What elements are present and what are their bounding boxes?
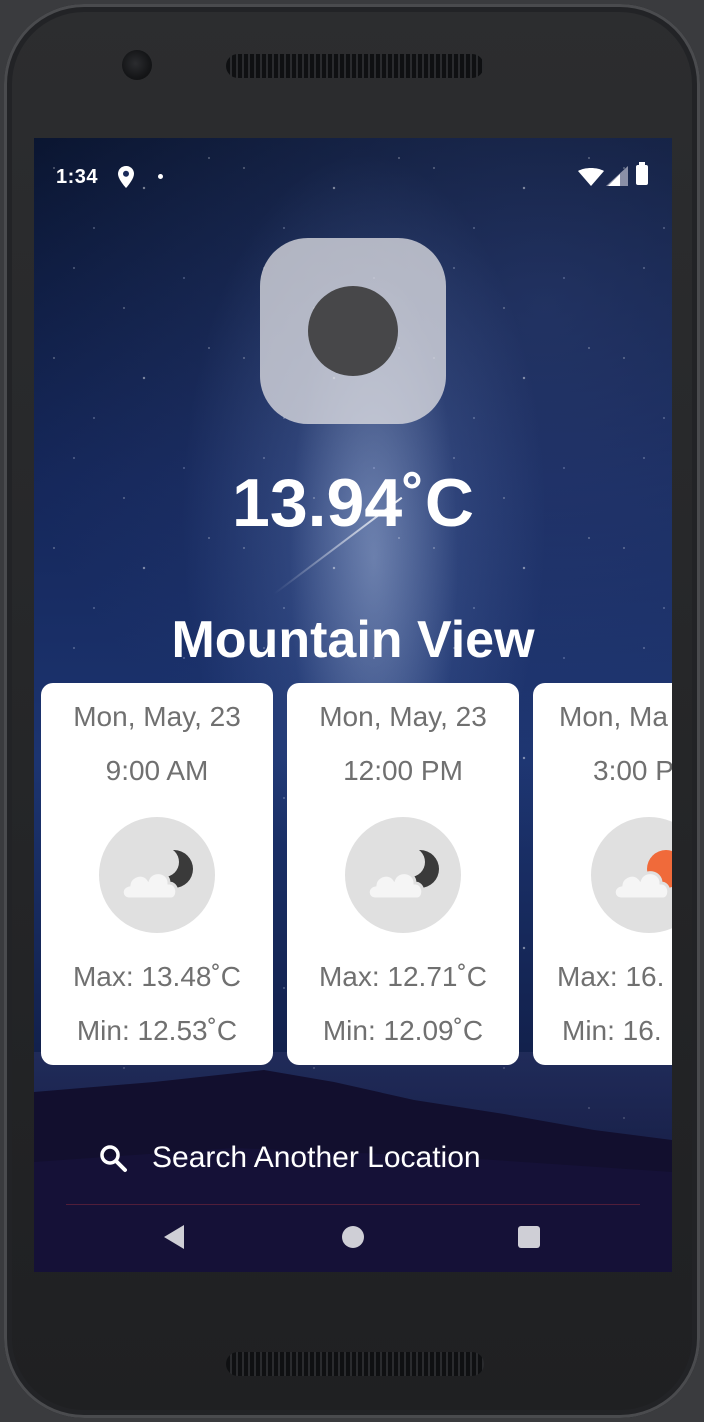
search-location-label: Search Another Location [152, 1141, 481, 1174]
status-time: 1:34 [56, 166, 99, 188]
signal-icon [606, 166, 628, 186]
notification-dot-icon [158, 174, 163, 179]
wifi-icon [578, 168, 604, 186]
weather-placeholder-icon [308, 286, 398, 376]
forecast-max: Max: 16. [557, 961, 665, 992]
forecast-card[interactable]: Mon, Ma 3:00 P Max: 16. Min: 16. [533, 683, 672, 1065]
front-camera [122, 50, 152, 80]
forecast-card[interactable]: Mon, May, 23 9:00 AM Max: 13.48˚C Min: 1… [41, 683, 273, 1065]
forecast-time: 9:00 AM [105, 755, 209, 786]
app-screen: 1:34 13.94˚C Mountain View Mon, May, 23 … [34, 138, 672, 1272]
forecast-min: Min: 16. [562, 1015, 662, 1046]
bottom-speaker [226, 1352, 484, 1376]
city-name: Mountain View [171, 611, 535, 669]
forecast-time: 12:00 PM [343, 755, 463, 786]
forecast-list[interactable]: Mon, May, 23 9:00 AM Max: 13.48˚C Min: 1… [41, 683, 672, 1065]
navigation-bar [34, 1208, 672, 1272]
forecast-min: Min: 12.09˚C [322, 1015, 484, 1046]
forecast-time: 3:00 P [593, 755, 672, 786]
search-icon [100, 1145, 127, 1172]
partly-cloudy-night-icon [99, 817, 215, 933]
forecast-min: Min: 12.53˚C [76, 1015, 238, 1046]
forecast-max: Max: 13.48˚C [72, 961, 242, 992]
forecast-date: Mon, Ma [559, 701, 668, 732]
partly-cloudy-day-icon [591, 817, 672, 933]
current-weather-icon [260, 238, 446, 424]
status-bar: 1:34 [34, 138, 672, 216]
back-icon[interactable] [162, 1224, 186, 1250]
partly-cloudy-night-icon [345, 817, 461, 933]
location-icon [118, 166, 134, 188]
home-icon[interactable] [342, 1226, 364, 1248]
forecast-max: Max: 12.71˚C [318, 961, 488, 992]
forecast-date: Mon, May, 23 [319, 701, 487, 732]
forecast-date: Mon, May, 23 [73, 701, 241, 732]
divider [66, 1204, 640, 1205]
battery-icon [636, 162, 648, 185]
search-location-button[interactable]: Search Another Location [94, 1133, 614, 1183]
recent-apps-icon[interactable] [518, 1226, 540, 1248]
top-speaker [226, 54, 484, 78]
forecast-card[interactable]: Mon, May, 23 12:00 PM Max: 12.71˚C Min: … [287, 683, 519, 1065]
current-temperature: 13.94˚C [232, 465, 474, 541]
